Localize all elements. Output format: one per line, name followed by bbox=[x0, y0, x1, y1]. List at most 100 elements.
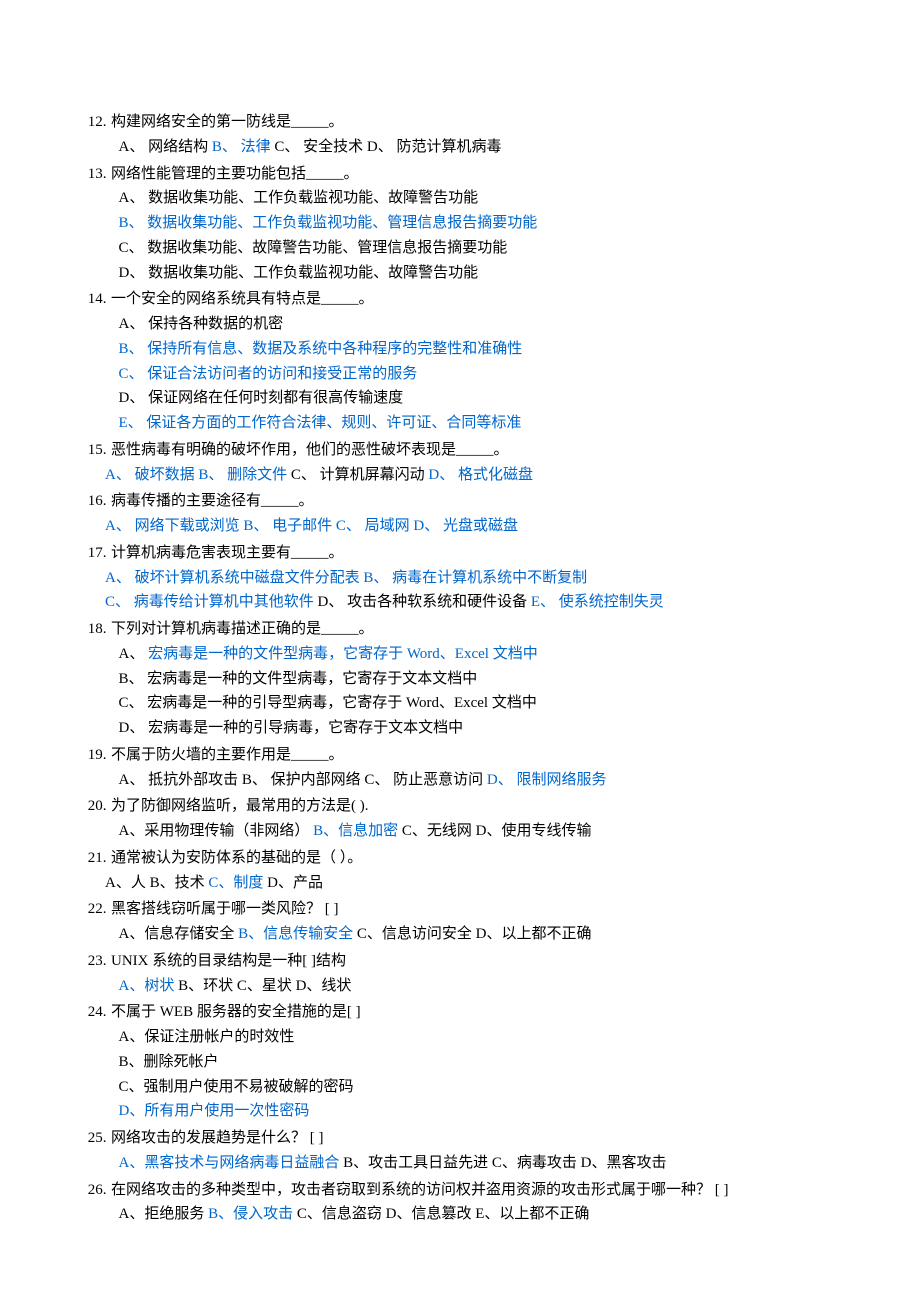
option-highlight: C、 局域网 bbox=[336, 518, 410, 534]
option-highlight: B、 病毒在计算机系统中不断复制 bbox=[363, 570, 587, 586]
option-line: C、 宏病毒是一种的引导型病毒，它寄存于 Word、Excel 文档中 bbox=[72, 691, 848, 716]
question-number: 22. bbox=[72, 897, 107, 922]
question-number: 15. bbox=[72, 438, 107, 463]
option-highlight: 宏病毒是一种的文件型病毒，它寄存于 Word、Excel 文档中 bbox=[148, 646, 538, 662]
option-text: A、 数据收集功能、工作负载监视功能、故障警告功能 bbox=[119, 190, 479, 206]
question: 14.一个安全的网络系统具有特点是_____。A、 保持各种数据的机密B、 保持… bbox=[72, 287, 848, 436]
option-highlight: D、 光盘或磁盘 bbox=[413, 518, 518, 534]
option-line: D、所有用户使用一次性密码 bbox=[72, 1099, 848, 1124]
question: 23.UNIX 系统的目录结构是一种[ ]结构A、树状 B、环状 C、星状 D、… bbox=[72, 949, 848, 999]
option-line: A、 网络下载或浏览 B、 电子邮件 C、 局域网 D、 光盘或磁盘 bbox=[72, 514, 848, 539]
option-highlight: C、制度 bbox=[208, 875, 263, 891]
option-line: A、 破坏计算机系统中磁盘文件分配表 B、 病毒在计算机系统中不断复制 bbox=[72, 566, 848, 591]
question-stem-line: 17.计算机病毒危害表现主要有_____。 bbox=[72, 541, 848, 566]
option-highlight: A、 网络下载或浏览 bbox=[105, 518, 240, 534]
question-number: 23. bbox=[72, 949, 107, 974]
question: 12.构建网络安全的第一防线是_____。A、 网络结构 B、 法律 C、 安全… bbox=[72, 110, 848, 160]
option-highlight: D、 限制网络服务 bbox=[487, 772, 607, 788]
option-line: D、 数据收集功能、工作负载监视功能、故障警告功能 bbox=[72, 261, 848, 286]
option-text: A、 bbox=[119, 646, 149, 662]
question-number: 26. bbox=[72, 1178, 107, 1203]
question: 19.不属于防火墙的主要作用是_____。A、 抵抗外部攻击 B、 保护内部网络… bbox=[72, 743, 848, 793]
question-stem: 计算机病毒危害表现主要有_____。 bbox=[111, 545, 344, 561]
question-stem-line: 21.通常被认为安防体系的基础的是（ ）。 bbox=[72, 846, 848, 871]
option-highlight: A、 破坏计算机系统中磁盘文件分配表 bbox=[105, 570, 360, 586]
question-number: 17. bbox=[72, 541, 107, 566]
question: 13.网络性能管理的主要功能包括_____。 A、 数据收集功能、工作负载监视功能… bbox=[72, 162, 848, 286]
option-highlight: B、 数据收集功能、工作负载监视功能、管理信息报告摘要功能 bbox=[119, 215, 538, 231]
option-line: B、删除死帐户 bbox=[72, 1050, 848, 1075]
question-number: 18. bbox=[72, 617, 107, 642]
question-stem: 病毒传播的主要途径有_____。 bbox=[111, 493, 314, 509]
option-text: B、攻击工具日益先进 C、病毒攻击 D、黑客攻击 bbox=[339, 1155, 666, 1171]
option-line: A、树状 B、环状 C、星状 D、线状 bbox=[72, 974, 848, 999]
option-text: A、拒绝服务 bbox=[119, 1206, 209, 1222]
question: 25.网络攻击的发展趋势是什么？ [ ]A、黑客技术与网络病毒日益融合 B、攻击… bbox=[72, 1126, 848, 1176]
option-line: C、 保证合法访问者的访问和接受正常的服务 bbox=[72, 362, 848, 387]
option-line: A、人 B、技术 C、制度 D、产品 bbox=[72, 871, 848, 896]
question-number: 25. bbox=[72, 1126, 107, 1151]
option-text: B、 宏病毒是一种的文件型病毒，它寄存于文本文档中 bbox=[119, 671, 478, 687]
question-stem: 构建网络安全的第一防线是_____。 bbox=[111, 114, 344, 130]
question-list: 12.构建网络安全的第一防线是_____。A、 网络结构 B、 法律 C、 安全… bbox=[72, 110, 848, 1227]
question-number: 19. bbox=[72, 743, 107, 768]
option-text: A、人 B、技术 bbox=[105, 875, 208, 891]
option-highlight: D、所有用户使用一次性密码 bbox=[119, 1103, 310, 1119]
question-stem-line: 23.UNIX 系统的目录结构是一种[ ]结构 bbox=[72, 949, 848, 974]
option-text: D、 保证网络在任何时刻都有很高传输速度 bbox=[119, 390, 404, 406]
option-line: A、 保持各种数据的机密 bbox=[72, 312, 848, 337]
option-text: C、信息盗窃 D、信息篡改 E、以上都不正确 bbox=[293, 1206, 589, 1222]
question-stem: UNIX 系统的目录结构是一种[ ]结构 bbox=[111, 953, 346, 969]
option-text: D、 数据收集功能、工作负载监视功能、故障警告功能 bbox=[119, 265, 479, 281]
question: 22.黑客搭线窃听属于哪一类风险？ [ ]A、信息存储安全 B、信息传输安全 C… bbox=[72, 897, 848, 947]
option-line: A、 抵抗外部攻击 B、 保护内部网络 C、 防止恶意访问 D、 限制网络服务 bbox=[72, 768, 848, 793]
option-text: D、产品 bbox=[263, 875, 323, 891]
question-stem: 不属于 WEB 服务器的安全措施的是[ ] bbox=[111, 1004, 361, 1020]
option-line: C、强制用户使用不易被破解的密码 bbox=[72, 1075, 848, 1100]
option-text: A、采用物理传输（非网络） bbox=[119, 823, 314, 839]
option-text: C、 安全技术 D、 防范计算机病毒 bbox=[271, 139, 502, 155]
option-highlight: B、 法律 bbox=[212, 139, 271, 155]
option-line: A、黑客技术与网络病毒日益融合 B、攻击工具日益先进 C、病毒攻击 D、黑客攻击 bbox=[72, 1151, 848, 1176]
option-line: A、保证注册帐户的时效性 bbox=[72, 1025, 848, 1050]
option-line: B、 保持所有信息、数据及系统中各种程序的完整性和准确性 bbox=[72, 337, 848, 362]
question-stem-line: 26.在网络攻击的多种类型中，攻击者窃取到系统的访问权并盗用资源的攻击形式属于哪… bbox=[72, 1178, 848, 1203]
question: 15.恶性病毒有明确的破坏作用，他们的恶性破坏表现是_____。A、 破坏数据 … bbox=[72, 438, 848, 488]
question-stem-line: 19.不属于防火墙的主要作用是_____。 bbox=[72, 743, 848, 768]
option-highlight: A、树状 bbox=[119, 978, 175, 994]
question: 24.不属于 WEB 服务器的安全措施的是[ ] A、保证注册帐户的时效性 B、删除… bbox=[72, 1000, 848, 1124]
question-stem-line: 16.病毒传播的主要途径有_____。 bbox=[72, 489, 848, 514]
option-line: D、 保证网络在任何时刻都有很高传输速度 bbox=[72, 386, 848, 411]
option-text: C、信息访问安全 D、以上都不正确 bbox=[353, 926, 591, 942]
question-number: 24. bbox=[72, 1000, 107, 1025]
option-line: A、信息存储安全 B、信息传输安全 C、信息访问安全 D、以上都不正确 bbox=[72, 922, 848, 947]
option-text: A、 保持各种数据的机密 bbox=[119, 316, 284, 332]
option-highlight: A、黑客技术与网络病毒日益融合 bbox=[119, 1155, 340, 1171]
question-stem-line: 24.不属于 WEB 服务器的安全措施的是[ ] bbox=[72, 1000, 848, 1025]
option-highlight: C、 病毒传给计算机中其他软件 bbox=[105, 594, 314, 610]
option-line: A、 宏病毒是一种的文件型病毒，它寄存于 Word、Excel 文档中 bbox=[72, 642, 848, 667]
question-stem-line: 25.网络攻击的发展趋势是什么？ [ ] bbox=[72, 1126, 848, 1151]
option-line: A、 破坏数据 B、 删除文件 C、 计算机屏幕闪动 D、 格式化磁盘 bbox=[72, 463, 848, 488]
option-text: B、删除死帐户 bbox=[119, 1054, 219, 1070]
option-highlight: B、 删除文件 bbox=[198, 467, 287, 483]
question: 17.计算机病毒危害表现主要有_____。A、 破坏计算机系统中磁盘文件分配表 … bbox=[72, 541, 848, 615]
question-stem: 网络性能管理的主要功能包括_____。 bbox=[111, 166, 359, 182]
option-highlight: B、信息加密 bbox=[313, 823, 398, 839]
question-stem: 通常被认为安防体系的基础的是（ ）。 bbox=[111, 850, 362, 866]
option-line: D、 宏病毒是一种的引导病毒，它寄存于文本文档中 bbox=[72, 716, 848, 741]
option-line: E、 保证各方面的工作符合法律、规则、许可证、合同等标准 bbox=[72, 411, 848, 436]
question-stem: 不属于防火墙的主要作用是_____。 bbox=[111, 747, 344, 763]
option-highlight: D、 格式化磁盘 bbox=[428, 467, 533, 483]
question-number: 16. bbox=[72, 489, 107, 514]
option-text: C、 数据收集功能、故障警告功能、管理信息报告摘要功能 bbox=[119, 240, 508, 256]
option-line: A、拒绝服务 B、侵入攻击 C、信息盗窃 D、信息篡改 E、以上都不正确 bbox=[72, 1202, 848, 1227]
option-text: C、 计算机屏幕闪动 bbox=[287, 467, 428, 483]
question: 21.通常被认为安防体系的基础的是（ ）。A、人 B、技术 C、制度 D、产品 bbox=[72, 846, 848, 896]
question-stem: 在网络攻击的多种类型中，攻击者窃取到系统的访问权并盗用资源的攻击形式属于哪一种？… bbox=[111, 1182, 729, 1198]
question-stem-line: 18.下列对计算机病毒描述正确的是_____。 bbox=[72, 617, 848, 642]
question-number: 12. bbox=[72, 110, 107, 135]
option-text: A、 抵抗外部攻击 B、 保护内部网络 C、 防止恶意访问 bbox=[119, 772, 487, 788]
option-text: A、保证注册帐户的时效性 bbox=[119, 1029, 295, 1045]
question-number: 13. bbox=[72, 162, 107, 187]
